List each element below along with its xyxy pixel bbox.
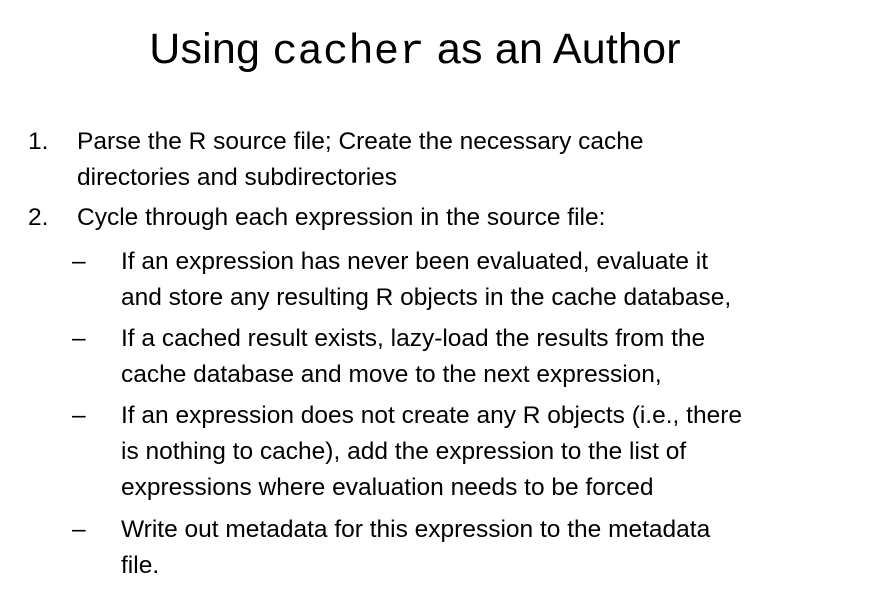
substep-4-text: Write out metadata for this expression t… — [121, 512, 861, 584]
substep-1-line-1: If an expression has never been evaluate… — [121, 248, 709, 275]
substep-1-marker: – — [72, 248, 86, 275]
substep-3-text: If an expression does not create any R o… — [121, 398, 861, 506]
substep-3-marker: – — [72, 402, 86, 429]
substep-3-line-3: expressions where evaluation needs to be… — [121, 474, 654, 501]
slide-title: Using cacher as an Author — [0, 18, 830, 83]
step-2-line-1: Cycle through each expression in the sou… — [77, 204, 606, 231]
step-1-number: 1. — [28, 128, 49, 155]
substep-2-line-1: If a cached result exists, lazy-load the… — [121, 325, 706, 352]
substep-2-line-2: cache database and move to the next expr… — [121, 361, 662, 388]
substep-1-text: If an expression has never been evaluate… — [121, 244, 861, 316]
step-1-line-2: directories and subdirectories — [77, 164, 398, 191]
title-prefix: Using — [149, 25, 273, 73]
slide: Using cacher as an Author 1. Parse the R… — [0, 0, 876, 605]
title-suffix: as an Author — [424, 25, 681, 73]
step-1-text: Parse the R source file; Create the nece… — [77, 124, 867, 196]
substep-4-marker: – — [72, 516, 86, 543]
step-2-text: Cycle through each expression in the sou… — [77, 200, 867, 236]
substep-2-marker: – — [72, 325, 86, 352]
substep-3-line-1: If an expression does not create any R o… — [121, 402, 743, 429]
substep-1-line-2: and store any resulting R objects in the… — [121, 284, 732, 311]
step-2-number: 2. — [28, 204, 49, 231]
substep-3-line-2: is nothing to cache), add the expression… — [121, 438, 687, 465]
step-1-line-1: Parse the R source file; Create the nece… — [77, 128, 644, 155]
title-code: cacher — [272, 28, 425, 76]
substep-4-line-1: Write out metadata for this expression t… — [121, 516, 711, 543]
substep-4-line-2: file. — [121, 552, 160, 579]
substep-2-text: If a cached result exists, lazy-load the… — [121, 321, 861, 393]
